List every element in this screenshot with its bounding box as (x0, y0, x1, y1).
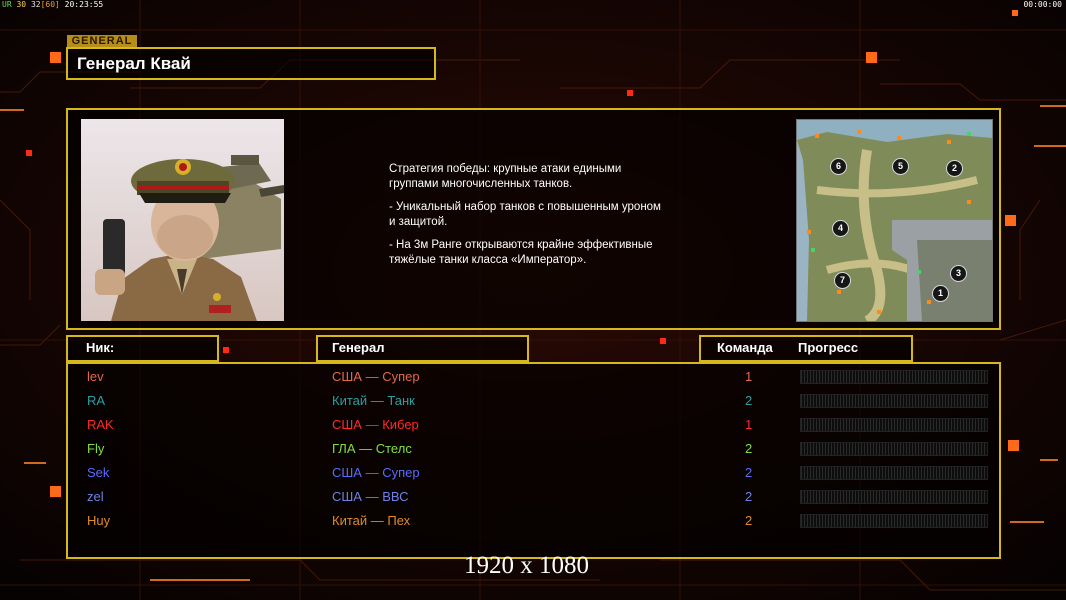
team-header-label: Команда (717, 340, 773, 355)
general-header: Генерал (316, 335, 529, 362)
player-team: 2 (745, 489, 753, 504)
loading-progress-bar (800, 514, 988, 528)
player-nick: zel (87, 489, 104, 504)
player-team: 2 (745, 393, 753, 408)
player-nick: lev (87, 369, 104, 384)
game-timer: 00:00:00 (1023, 0, 1062, 9)
fps-overlay: UR 30 32[60] 20:23:55 (2, 0, 103, 9)
player-row: Huy Китай — Пех 2 (68, 510, 999, 534)
player-general: США — Супер (332, 369, 420, 384)
player-row: lev США — Супер 1 (68, 366, 999, 390)
player-team: 2 (745, 513, 753, 528)
progress-header-label: Прогресс (798, 340, 859, 355)
loading-progress-bar (800, 490, 988, 504)
map-start-position: 5 (892, 158, 909, 175)
general-info-panel: Стратегия победы: крупные атаки едиными … (66, 108, 1001, 330)
general-tag: GENERAL (67, 35, 137, 47)
general-title-box: Генерал Квай (66, 47, 436, 80)
team-progress-header: Команда Прогресс (699, 335, 913, 362)
players-list: lev США — Супер 1 RA Китай — Танк 2 RAK … (66, 362, 1001, 559)
player-team: 1 (745, 417, 753, 432)
loading-progress-bar (800, 418, 988, 432)
player-team: 2 (745, 465, 753, 480)
general-title: Генерал Квай (77, 54, 191, 73)
map-start-position: 7 (834, 272, 851, 289)
stat-a: 30 (16, 0, 27, 9)
description-line: - На 3м Ранге открываются крайне эффекти… (389, 239, 653, 266)
player-nick: Sek (87, 465, 110, 480)
player-nick: Fly (87, 441, 105, 456)
player-row: Sek США — Супер 2 (68, 462, 999, 486)
loading-progress-bar (800, 394, 988, 408)
player-nick: Huy (87, 513, 111, 528)
map-preview: 6 5 2 4 7 3 1 (796, 119, 993, 322)
player-team: 1 (745, 369, 753, 384)
player-row: RAK США — Кибер 1 (68, 414, 999, 438)
map-start-position: 2 (946, 160, 963, 177)
player-row: Fly ГЛА — Стелс 2 (68, 438, 999, 462)
loading-progress-bar (800, 370, 988, 384)
player-general: Китай — Пех (332, 513, 411, 528)
loading-progress-bar (800, 442, 988, 456)
stat-c: [60] (40, 0, 60, 9)
player-team: 2 (745, 441, 753, 456)
stat-b: 32 (30, 0, 41, 9)
description-line: Стратегия победы: крупные атаки едиными … (389, 163, 622, 190)
system-clock: 20:23:55 (64, 0, 104, 9)
player-general: Китай — Танк (332, 393, 415, 408)
indicator-label: UR (2, 0, 12, 9)
general-header-label: Генерал (332, 340, 385, 355)
player-general: ГЛА — Стелс (332, 441, 412, 456)
player-row: zel США — ВВС 2 (68, 486, 999, 510)
loading-progress-bar (800, 466, 988, 480)
map-start-position: 1 (932, 285, 949, 302)
map-start-position: 4 (832, 220, 849, 237)
map-start-position: 3 (950, 265, 967, 282)
general-portrait (81, 119, 284, 321)
resolution-label: 1920 x 1080 (464, 552, 589, 579)
map-start-position: 6 (830, 158, 847, 175)
player-general: США — ВВС (332, 489, 409, 504)
player-general: США — Кибер (332, 417, 419, 432)
strategy-description: Стратегия победы: крупные атаки едиными … (389, 162, 709, 276)
player-nick: RA (87, 393, 106, 408)
description-line: - Уникальный набор танков с повышенным у… (389, 201, 661, 228)
player-row: RA Китай — Танк 2 (68, 390, 999, 414)
player-nick: RAK (87, 417, 114, 432)
nick-header: Ник: (66, 335, 219, 362)
player-general: США — Супер (332, 465, 420, 480)
nick-header-label: Ник: (86, 340, 115, 355)
